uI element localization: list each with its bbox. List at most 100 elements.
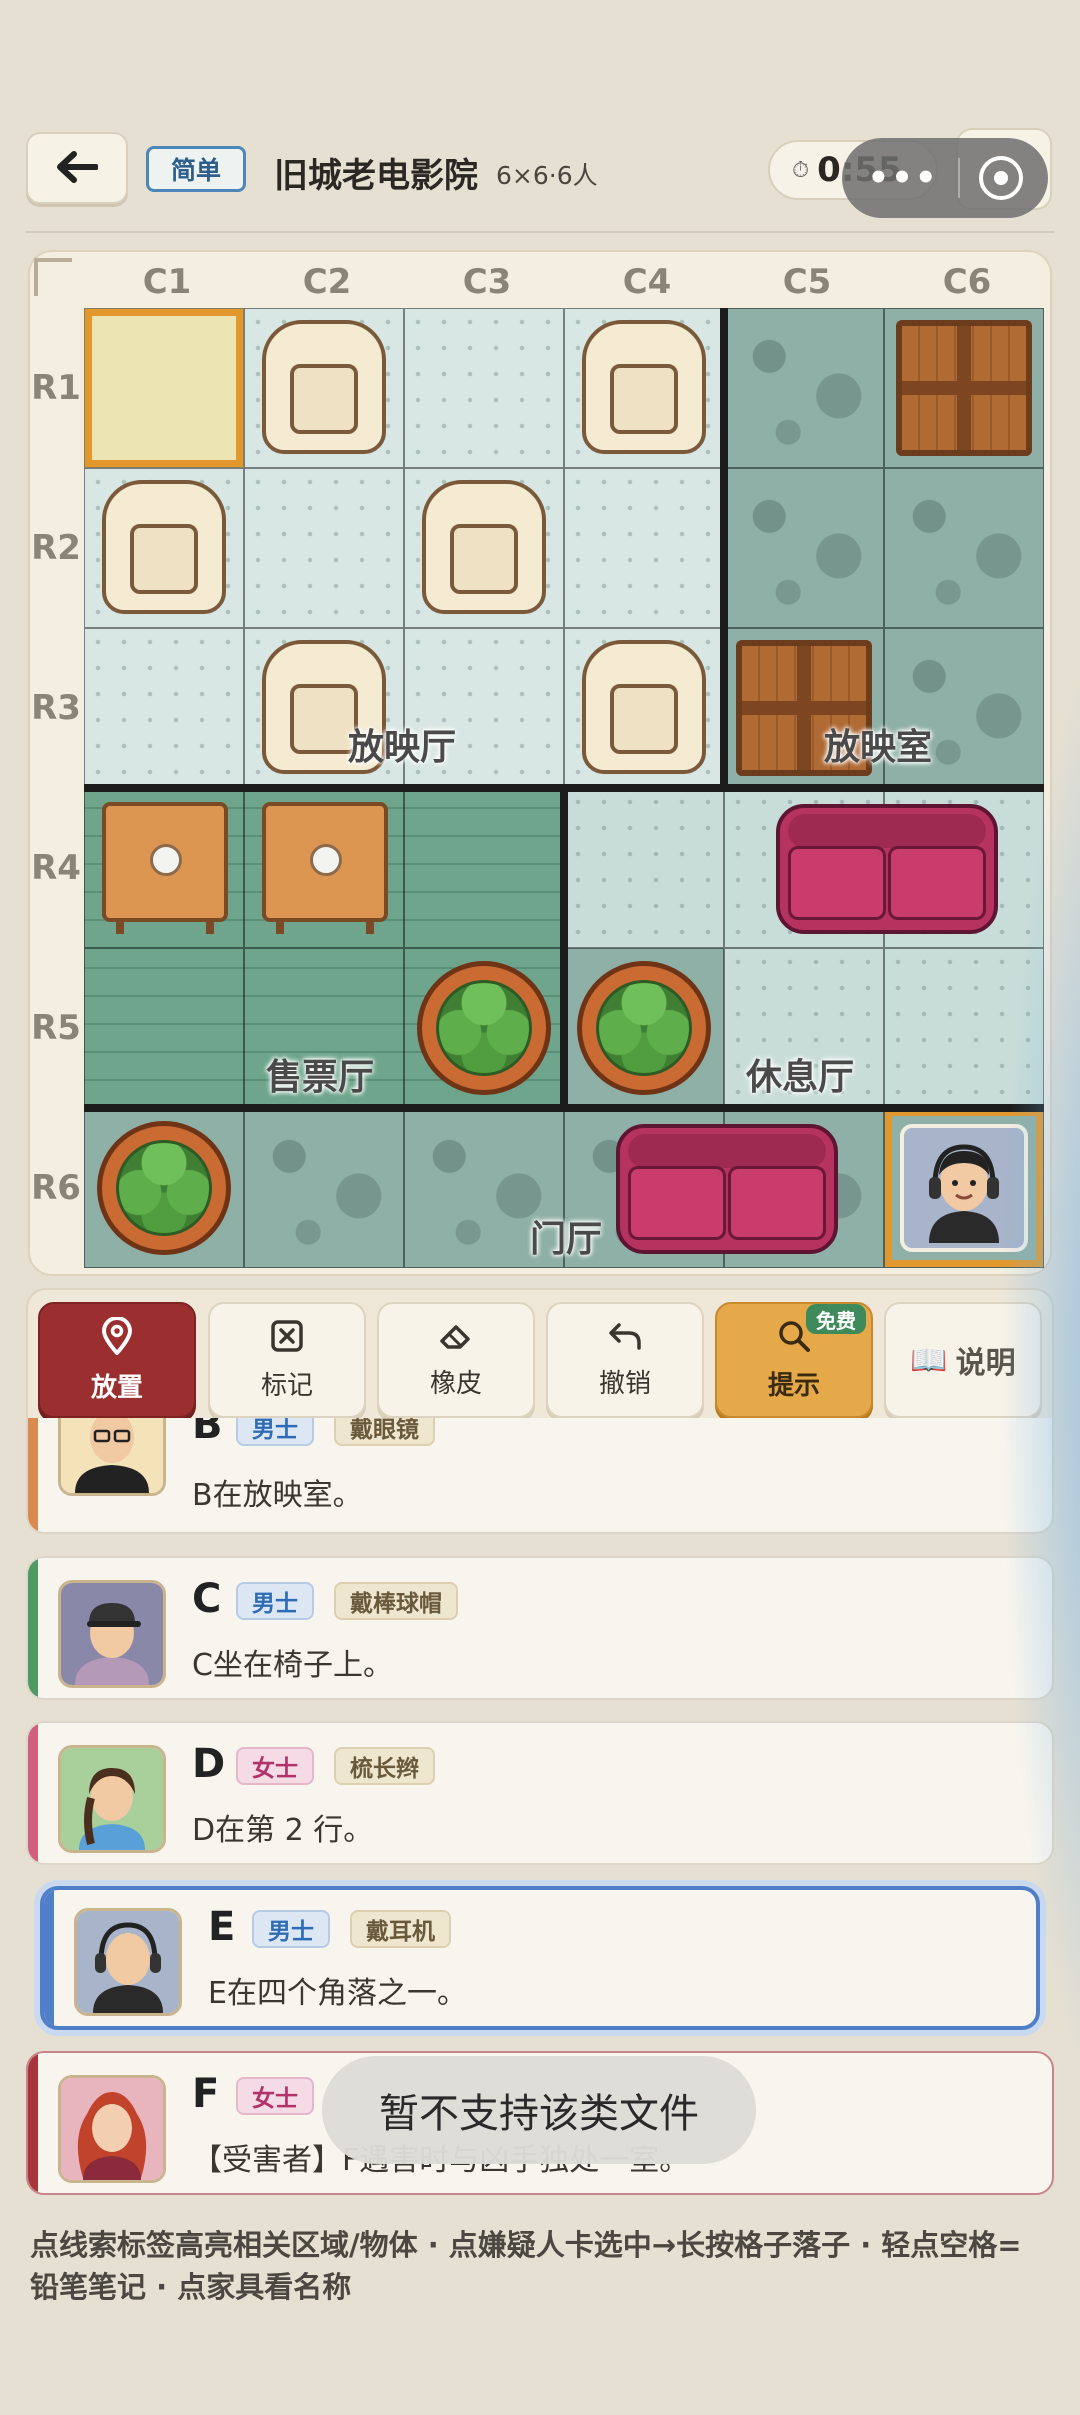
mark-label: 标记 [260,1370,313,1401]
gender-tag[interactable]: 男士 [236,1582,314,1620]
clue-text: E在四个角落之一。 [208,1976,467,2011]
cell-r1-c5[interactable] [724,308,884,468]
clue-card-b[interactable]: B 男士 戴眼镜 B在放映室。 [26,1418,1054,1534]
map-pin-icon [101,1315,133,1361]
suspect-letter: C [192,1576,222,1622]
difficulty-badge: 简单 [146,146,246,192]
gender-tag[interactable]: 男士 [236,1418,314,1446]
cell-r5-c6[interactable] [884,948,1044,1108]
clue-text: C坐在椅子上。 [192,1648,393,1683]
ticket-table[interactable] [102,802,228,934]
clue-card-c[interactable]: C 男士 戴棒球帽 C坐在椅子上。 [26,1556,1054,1700]
suspect-letter: F [192,2071,220,2117]
row-label: R3 [31,688,81,728]
help-button[interactable]: 📖 说明 [884,1302,1042,1418]
instruction-text: 点线索标签高亮相关区域/物体 · 点嫌疑人卡选中→长按格子落子 · 轻点空格=铅… [30,2228,1022,2304]
cell-r2-c4[interactable] [564,468,724,628]
armchair[interactable] [262,320,386,454]
trait-tag[interactable]: 戴棒球帽 [334,1582,458,1620]
cell-r2-c2[interactable] [244,468,404,628]
avatar [74,1908,182,2016]
row-label: R2 [31,528,81,568]
room-wall [560,788,568,1108]
armchair[interactable] [102,480,226,614]
column-label: C1 [142,262,192,302]
eraser-button[interactable]: 橡皮 [377,1302,535,1418]
eraser-label: 橡皮 [429,1368,482,1399]
cell-r2-c6[interactable] [884,468,1044,628]
room-label: 门厅 [530,1219,603,1260]
room-label: 休息厅 [746,1057,855,1098]
cell-r4-c3[interactable] [404,788,564,948]
undo-button[interactable]: 撤销 [546,1302,704,1418]
cell-r5-c1[interactable] [84,948,244,1108]
placed-suspect-avatar[interactable] [900,1124,1028,1252]
board-corner-mark [34,258,72,296]
mark-button[interactable]: 标记 [208,1302,366,1418]
sofa[interactable] [616,1124,838,1254]
game-board: 放映厅 放映室 售票厅 休息厅 门厅 [84,308,1044,1268]
room-wall [720,308,728,788]
avatar [58,1418,166,1496]
armchair[interactable] [422,480,546,614]
arrow-left-icon [56,143,99,194]
clue-card-d[interactable]: D 女士 梳长辫 D在第 2 行。 [26,1721,1054,1865]
column-label: C3 [462,262,512,302]
room-label: 售票厅 [266,1057,375,1098]
column-label: C6 [942,262,992,302]
cell-r4-c4[interactable] [564,788,724,948]
clue-text: B在放映室。 [192,1478,363,1513]
row-label: R5 [31,1008,81,1048]
braid-woman-avatar-icon [61,1748,163,1850]
gender-tag[interactable]: 女士 [236,2077,314,2115]
headphones-man-avatar-icon [909,1133,1019,1243]
ticket-table[interactable] [262,802,388,934]
potted-plant[interactable] [417,961,551,1095]
place-button[interactable]: 放置 [38,1302,196,1418]
trait-tag[interactable]: 梳长辫 [334,1747,435,1785]
cell-r6-c2[interactable] [244,1108,404,1268]
suspect-letter: D [192,1741,226,1787]
trait-tag[interactable]: 戴耳机 [350,1910,451,1948]
suspect-letter: B [192,1418,223,1448]
sofa[interactable] [776,804,998,934]
wooden-crate[interactable] [896,320,1032,456]
column-label: C4 [622,262,672,302]
cap-man-avatar-icon [61,1583,163,1685]
page-title: 旧城老电影院 [274,156,478,196]
help-label: 说明 [955,1346,1016,1381]
board-size-label: 6×6·6人 [496,161,598,190]
suspect-letter: E [208,1904,236,1950]
headphones-man-avatar-icon [77,1911,179,2013]
clue-card-e[interactable]: E 男士 戴耳机 E在四个角落之一。 [40,1886,1040,2030]
armchair[interactable] [582,640,706,774]
potted-plant[interactable] [97,1121,231,1255]
x-box-icon [270,1319,304,1359]
cell-r1-c3[interactable] [404,308,564,468]
avatar [58,1745,166,1853]
mini-program-capsule: ••• [842,138,1048,218]
armchair[interactable] [582,320,706,454]
undo-icon [607,1321,643,1357]
avatar [58,1580,166,1688]
gender-tag[interactable]: 女士 [236,1747,314,1785]
cell-r3-c1[interactable] [84,628,244,788]
header-divider [26,231,1054,233]
redhead-woman-avatar-icon [61,2078,163,2180]
avatar [58,2075,166,2183]
clue-text: D在第 2 行。 [192,1813,374,1848]
cell-r1-c1[interactable] [84,308,244,468]
free-badge: 免费 [806,1304,866,1334]
gender-tag[interactable]: 男士 [252,1910,330,1948]
book-icon: 📖 [910,1342,948,1378]
cell-r2-c5[interactable] [724,468,884,628]
close-target-icon[interactable] [978,156,1023,200]
row-label: R4 [31,848,81,888]
potted-plant[interactable] [577,961,711,1095]
hint-label: 提示 [767,1370,820,1401]
more-dots-icon[interactable]: ••• [867,158,938,198]
trait-tag[interactable]: 戴眼镜 [334,1418,435,1446]
toast-message: 暂不支持该类文件 [322,2056,756,2164]
column-label: C5 [782,262,832,302]
back-button[interactable] [26,132,128,204]
